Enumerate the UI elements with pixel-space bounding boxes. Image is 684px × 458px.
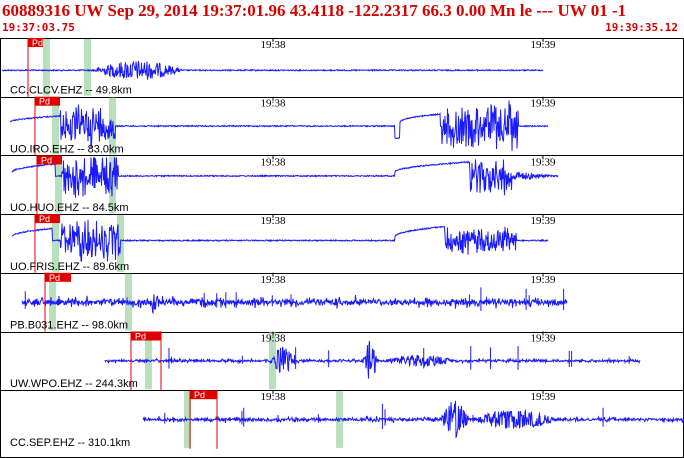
- station-label: UO.IRO.EHZ -- 83.0km: [10, 143, 124, 155]
- waveform: [1, 60, 544, 80]
- pick-label: Pd: [32, 38, 43, 48]
- time-tick-label: 19:38: [260, 215, 286, 227]
- trace-row: 19:38 19:39 Pd CC.CLCV.EHZ -- 49.8km: [1, 38, 556, 97]
- station-label: UW.WPO.EHZ -- 244.3km: [10, 378, 138, 390]
- seismogram-panel: 19:38 19:39PdCC.CLCV.EHZ -- 49.8km19:38 19…: [0, 38, 684, 458]
- waveform: [21, 294, 568, 315]
- trace-row: 19:38 19:39 Pd UW.WPO.EHZ -- 244.3km: [10, 331, 641, 391]
- station-label: UO.HUO.EHZ -- 84.5km: [10, 202, 129, 214]
- time-tick-label: 19:39: [530, 391, 556, 403]
- time-tick-label: 19:38: [260, 39, 286, 51]
- waveform: [104, 340, 641, 379]
- trace-row: 19:38 19:39 Pd CC.SEP.EHZ -- 310.1km: [10, 390, 684, 449]
- time-tick-label: 19:39: [530, 333, 556, 345]
- time-tick-label: 19:38: [260, 333, 286, 345]
- time-tick-label: 19:39: [530, 274, 556, 286]
- time-tick-label: 19:39: [530, 39, 556, 51]
- station-label: CC.CLCV.EHZ -- 49.8km: [10, 85, 132, 97]
- time-tick-label: 19:39: [530, 98, 556, 110]
- station-label: PB.B031.EHZ -- 98.0km: [10, 320, 128, 332]
- trace-row: 19:38 19:39 Pd UO.IRO.EHZ -- 83.0km: [9, 96, 556, 156]
- time-tick-label: 19:38: [260, 98, 286, 110]
- station-label: UO.FRIS.EHZ -- 89.6km: [10, 261, 129, 273]
- time-tick-label: 19:39: [530, 156, 556, 168]
- trace-row: 19:38 19:39 Pd UO.FRIS.EHZ -- 89.6km: [10, 214, 556, 273]
- time-tick-label: 19:39: [530, 215, 556, 227]
- time-tick-label: 19:38: [260, 274, 286, 286]
- pick-label: Pd: [49, 273, 60, 283]
- pick-label: Pd: [39, 97, 50, 107]
- pick-label: Pd: [41, 155, 52, 165]
- station-label: CC.SEP.EHZ -- 310.1km: [10, 437, 130, 449]
- pick-label: Pd: [39, 214, 50, 224]
- time-tick-label: 19:38: [260, 156, 286, 168]
- pick-label: Pd: [194, 390, 205, 400]
- time-tick-label: 19:38: [260, 391, 286, 403]
- pick-label: Pd: [135, 332, 146, 342]
- trace-row: 19:38 19:39 Pd UO.HUO.EHZ -- 84.5km: [10, 155, 559, 215]
- trace-row: 19:38 19:39 Pd PB.B031.EHZ -- 98.0km: [10, 272, 568, 332]
